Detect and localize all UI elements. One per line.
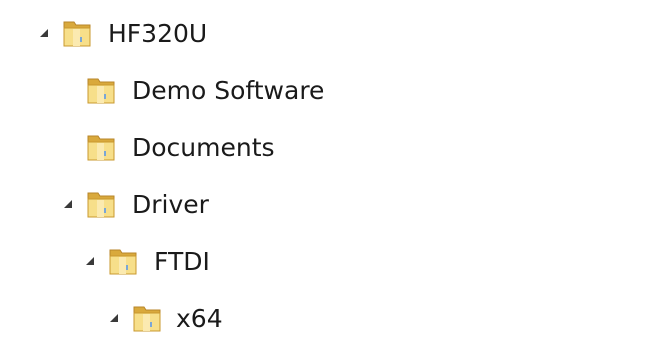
folder-icon xyxy=(109,249,137,275)
tree-node-label: HF320U xyxy=(108,19,208,48)
tree-node-driver[interactable]: Driver xyxy=(0,183,672,227)
expanded-arrow-icon[interactable] xyxy=(64,200,72,208)
tree-node-label: Documents xyxy=(132,133,275,162)
tree-node-x64[interactable]: x64 xyxy=(0,297,672,341)
folder-icon xyxy=(87,135,115,161)
tree-node-label: Demo Software xyxy=(132,76,325,105)
expanded-arrow-icon[interactable] xyxy=(110,314,118,322)
folder-icon xyxy=(63,21,91,47)
folder-icon xyxy=(87,192,115,218)
tree-node-label: x64 xyxy=(176,304,223,333)
folder-icon xyxy=(87,78,115,104)
expanded-arrow-icon[interactable] xyxy=(40,29,48,37)
expanded-arrow-icon[interactable] xyxy=(86,257,94,265)
tree-node-documents[interactable]: Documents xyxy=(0,126,672,170)
tree-node-hf320u[interactable]: HF320U xyxy=(0,12,672,56)
tree-node-label: FTDI xyxy=(154,247,210,276)
tree-node-demo-software[interactable]: Demo Software xyxy=(0,69,672,113)
folder-icon xyxy=(133,306,161,332)
tree-node-ftdi[interactable]: FTDI xyxy=(0,240,672,284)
tree-node-label: Driver xyxy=(132,190,209,219)
folder-tree: HF320U Demo Software Documents Driver FT… xyxy=(0,0,672,342)
